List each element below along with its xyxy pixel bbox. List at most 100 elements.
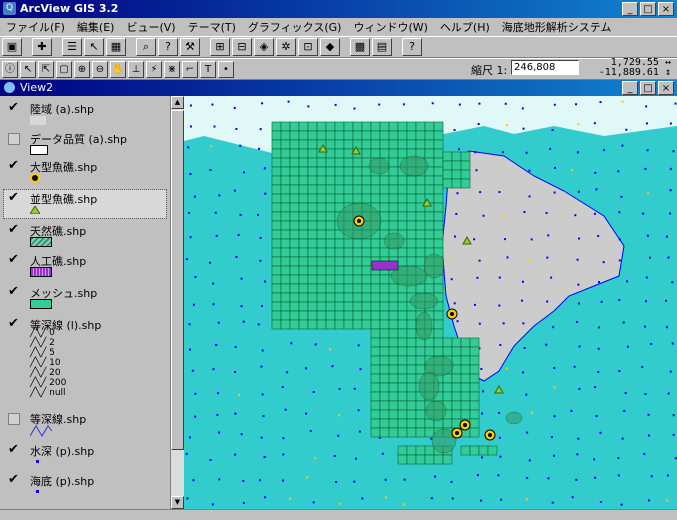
save-project-icon[interactable]: ▣ (2, 38, 22, 56)
natural-reef[interactable] (409, 292, 439, 310)
mesh-cell (388, 283, 399, 294)
draw-point-icon[interactable]: • (218, 60, 234, 78)
close-button[interactable]: × (658, 2, 674, 16)
mesh-cell (370, 328, 381, 339)
menu-theme[interactable]: テーマ(T) (182, 19, 242, 35)
layer-large-fish-reef[interactable]: ✔ 大型魚礁.shp (4, 158, 166, 188)
find-icon[interactable]: ⌕ (136, 38, 156, 56)
zoom-previous-icon[interactable]: ◆ (320, 38, 340, 56)
layer-checkbox[interactable]: ✔ (8, 223, 20, 236)
mesh-cell (343, 256, 354, 267)
layer-contour[interactable]: 等深線.shp (4, 410, 166, 440)
layer-natural-reef[interactable]: ✔ 天然礁.shp (4, 222, 166, 250)
layer-checkbox[interactable]: ✔ (8, 317, 20, 330)
menu-graphics[interactable]: グラフィックス(G) (242, 19, 348, 35)
natural-reef[interactable] (399, 155, 429, 177)
view-maximize-button[interactable]: □ (640, 81, 656, 95)
layer-checkbox[interactable]: ✔ (8, 285, 20, 298)
mesh-cell (316, 220, 327, 231)
open-table-icon[interactable]: ▦ (106, 38, 126, 56)
query-builder-icon[interactable]: ⚒ (180, 38, 200, 56)
menu-edit[interactable]: 編集(E) (71, 19, 121, 35)
menu-window[interactable]: ウィンドウ(W) (347, 19, 433, 35)
view-close-button[interactable]: × (658, 81, 674, 95)
layer-checkbox[interactable]: ✔ (8, 443, 20, 456)
edit-legend-icon[interactable]: ↖ (84, 38, 104, 56)
layer-standard-fish-reef[interactable]: ✔ 並型魚礁.shp (3, 189, 167, 219)
natural-reef[interactable] (415, 311, 433, 341)
mesh-cell (442, 454, 453, 465)
layer-checkbox[interactable]: ✔ (8, 473, 20, 486)
layer-checkbox[interactable]: ✔ (8, 101, 20, 114)
mesh-cell (289, 157, 300, 168)
layer-mesh[interactable]: ✔ メッシュ.shp (4, 284, 166, 312)
menu-view[interactable]: ビュー(V) (120, 19, 181, 35)
minimize-button[interactable]: _ (622, 2, 638, 16)
scale-input[interactable]: 246,808 (511, 60, 579, 75)
layer-contour-l[interactable]: ✔ 等深線 (l).shp ╱╲╱ 0 ╱╲╱ 2 ╱╲╱ 5 ╱╲╱ 10 ╱… (4, 316, 166, 406)
measure-icon[interactable]: ⊥ (128, 60, 144, 78)
clear-selection-icon[interactable]: ▤ (372, 38, 392, 56)
area-of-interest-icon[interactable]: ⋇ (164, 60, 180, 78)
artificial-reef[interactable] (371, 260, 399, 271)
layer-depth-points[interactable]: ✔ 水深 (p).shp (4, 442, 166, 470)
layer-seafloor-points[interactable]: ✔ 海底 (p).shp (4, 472, 166, 502)
natural-reef[interactable] (425, 400, 447, 422)
map-svg[interactable] (184, 96, 677, 509)
select-feature-icon[interactable]: ▢ (56, 60, 72, 78)
depth-point (648, 434, 651, 437)
scroll-up-arrow[interactable]: ▲ (171, 96, 184, 109)
maximize-button[interactable]: □ (640, 2, 656, 16)
layer-checkbox[interactable] (8, 413, 20, 425)
menu-file[interactable]: ファイル(F) (0, 19, 71, 35)
natural-reef[interactable] (423, 253, 445, 279)
layer-checkbox[interactable]: ✔ (8, 191, 20, 204)
layer-artificial-reef[interactable]: ✔ 人工礁.shp (4, 252, 166, 280)
scroll-down-arrow[interactable]: ▼ (171, 496, 184, 509)
text-tool-icon[interactable]: T (200, 60, 216, 78)
zoom-in-center-icon[interactable]: ✲ (276, 38, 296, 56)
mesh-cell (361, 256, 372, 267)
scroll-thumb[interactable] (171, 110, 184, 450)
mesh-cell (469, 346, 480, 357)
identify-tool-icon[interactable]: ⓘ (2, 60, 18, 78)
pan-icon[interactable]: ✋ (110, 60, 126, 78)
mesh-cell (442, 169, 453, 180)
menu-seafloor-analysis[interactable]: 海底地形解析システム (496, 19, 618, 35)
zoom-out-icon[interactable]: ⊖ (92, 60, 108, 78)
label-icon[interactable]: ⌐ (182, 60, 198, 78)
view-minimize-button[interactable]: _ (622, 81, 638, 95)
mesh-cell (424, 148, 435, 159)
zoom-out-center-icon[interactable]: ⊡ (298, 38, 318, 56)
zoom-in-icon[interactable]: ⊕ (74, 60, 90, 78)
vertex-edit-icon[interactable]: ⇱ (38, 60, 54, 78)
zoom-selected-icon[interactable]: ◈ (254, 38, 274, 56)
mesh-cell (460, 151, 471, 162)
mesh-cell (361, 121, 372, 132)
locate-icon[interactable]: ? (158, 38, 178, 56)
natural-reef[interactable] (505, 411, 523, 425)
mesh-cell (271, 310, 282, 321)
mesh-cell (334, 193, 345, 204)
select-by-theme-icon[interactable]: ▩ (350, 38, 370, 56)
arcview-app-icon[interactable]: Q (3, 2, 16, 15)
zoom-active-theme-icon[interactable]: ⊟ (232, 38, 252, 56)
help-icon[interactable]: ? (402, 38, 422, 56)
add-theme-icon[interactable]: ✚ (32, 38, 52, 56)
natural-reef[interactable] (418, 371, 440, 401)
natural-reef[interactable] (368, 157, 390, 175)
pointer-tool-icon[interactable]: ↖ (20, 60, 36, 78)
layer-land[interactable]: ✔ 陸域 (a).shp (4, 100, 166, 130)
hotlink-icon[interactable]: ⚡ (146, 60, 162, 78)
layer-checkbox[interactable]: ✔ (8, 159, 20, 172)
natural-reef[interactable] (383, 232, 405, 250)
toc-scrollbar[interactable]: ▲ ▼ (170, 96, 184, 509)
layer-checkbox[interactable]: ✔ (8, 253, 20, 266)
zoom-full-extent-icon[interactable]: ⊞ (210, 38, 230, 56)
menu-help[interactable]: ヘルプ(H) (434, 19, 496, 35)
layer-checkbox[interactable] (8, 133, 20, 145)
layer-data-quality[interactable]: データ品質 (a).shp (4, 130, 166, 156)
theme-properties-icon[interactable]: ☰ (62, 38, 82, 56)
mesh-cell (415, 364, 426, 375)
map-canvas[interactable] (184, 96, 677, 509)
